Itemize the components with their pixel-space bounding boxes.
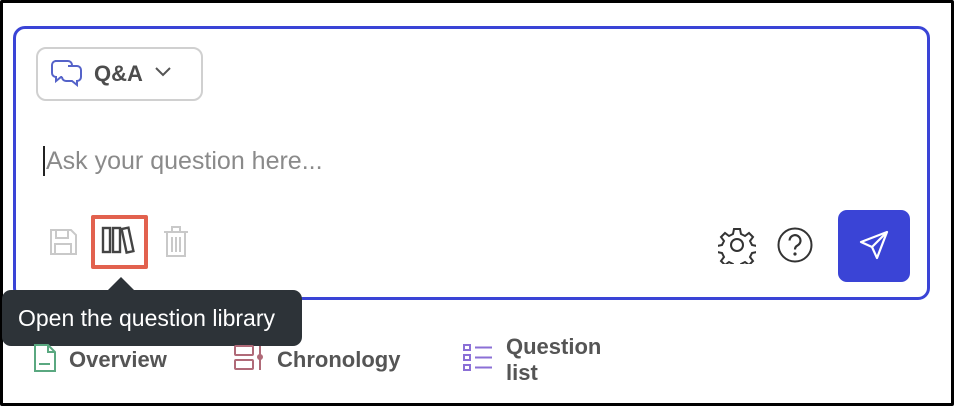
chat-bubbles-icon <box>50 57 84 92</box>
help-button[interactable] <box>775 227 815 267</box>
question-input-area <box>41 141 901 181</box>
question-library-button[interactable] <box>98 223 140 261</box>
help-circle-icon <box>776 226 814 269</box>
mode-select[interactable]: Q&A <box>36 47 203 101</box>
settings-button[interactable] <box>716 226 758 270</box>
tab-overview[interactable]: Overview <box>33 340 167 380</box>
text-cursor <box>43 146 45 176</box>
timeline-icon <box>233 344 265 377</box>
question-input[interactable] <box>46 141 886 181</box>
library-tooltip: Open the question library <box>2 290 302 346</box>
delete-button[interactable] <box>158 225 194 263</box>
send-button[interactable] <box>838 210 910 282</box>
chevron-down-icon <box>153 65 173 84</box>
tab-question-list[interactable]: Question list <box>462 334 601 385</box>
tooltip-arrow <box>107 277 135 291</box>
document-icon <box>33 343 57 378</box>
gear-icon <box>716 226 758 270</box>
list-icon <box>462 343 494 378</box>
tooltip-text: Open the question library <box>18 304 275 331</box>
trash-icon <box>161 225 191 264</box>
books-icon <box>100 225 138 260</box>
save-button[interactable] <box>44 225 82 263</box>
tab-overview-label: Overview <box>69 347 167 372</box>
send-icon <box>857 228 891 265</box>
tab-chronology[interactable]: Chronology <box>233 340 400 380</box>
tab-question-list-label: Question list <box>506 334 602 385</box>
tab-chronology-label: Chronology <box>277 347 401 372</box>
question-panel: Q&A <box>13 26 930 300</box>
mode-label: Q&A <box>94 61 143 86</box>
save-icon <box>47 226 79 263</box>
